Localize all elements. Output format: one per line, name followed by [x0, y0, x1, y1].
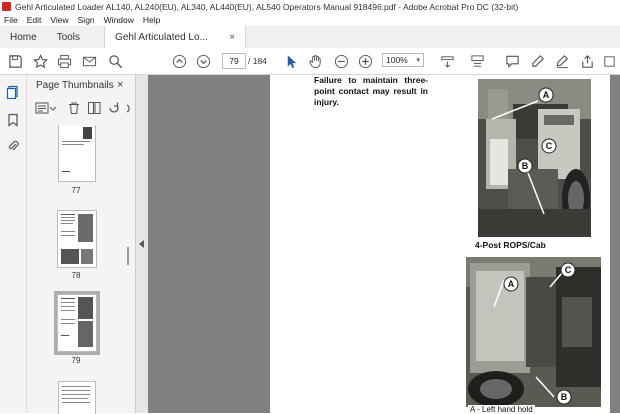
- collapse-panel-arrow-icon[interactable]: [139, 240, 144, 248]
- page-thumbnail[interactable]: [57, 210, 97, 268]
- print-icon[interactable]: [55, 52, 73, 70]
- more-tools-icon[interactable]: [600, 52, 618, 70]
- page-thumbnails-icon[interactable]: [6, 85, 20, 100]
- email-icon[interactable]: [80, 52, 98, 70]
- callout-a: A: [508, 279, 515, 289]
- bookmark-star-icon[interactable]: [31, 52, 49, 70]
- thumbnail-page-number: 77: [71, 186, 81, 195]
- zoom-out-icon[interactable]: [332, 52, 350, 70]
- page-thumbnail[interactable]: [58, 125, 96, 182]
- thumbnail-options-icon[interactable]: [35, 101, 49, 115]
- select-cursor-icon[interactable]: [282, 52, 300, 70]
- rotate-left-icon[interactable]: [107, 101, 121, 115]
- callout-c: C: [546, 141, 553, 151]
- tab-document-label: Gehl Articulated Lo...: [115, 31, 208, 43]
- previous-page-icon[interactable]: [170, 52, 188, 70]
- callout-a: A: [543, 90, 550, 100]
- tab-bar: Home Tools Gehl Articulated Lo... ×: [0, 26, 620, 49]
- chevron-down-icon[interactable]: [49, 101, 57, 115]
- title-bar: Gehl Articulated Loader AL140, AL240(EU)…: [0, 0, 620, 13]
- panel-splitter[interactable]: [136, 75, 148, 413]
- acrobat-app-icon: [2, 2, 11, 11]
- menu-bar: File Edit View Sign Window Help: [0, 13, 620, 26]
- cab-photo: A C B: [466, 257, 601, 407]
- share-icon[interactable]: [578, 52, 596, 70]
- tab-home[interactable]: Home: [0, 26, 47, 48]
- rotate-right-icon[interactable]: [125, 101, 133, 115]
- callout-b: B: [561, 392, 568, 402]
- insert-pages-icon[interactable]: [87, 101, 101, 115]
- tab-close-icon[interactable]: ×: [229, 32, 235, 43]
- menu-sign[interactable]: Sign: [78, 15, 95, 25]
- menu-window[interactable]: Window: [104, 15, 134, 25]
- comment-icon[interactable]: [503, 52, 521, 70]
- rops-photo: A C B: [478, 79, 591, 237]
- page-fit-icon[interactable]: [438, 52, 456, 70]
- thumbnail-page-number: 78: [71, 271, 81, 280]
- thumbnails-panel-title: Page Thumbnails: [36, 80, 114, 91]
- zoom-level-select[interactable]: 100% ▾: [382, 53, 424, 67]
- navigation-rail: [0, 75, 27, 413]
- chevron-down-icon: ▾: [416, 57, 420, 64]
- page-thumbnail-selected[interactable]: [54, 291, 100, 355]
- highlight-pen-icon[interactable]: [528, 52, 546, 70]
- zoom-level-value: 100%: [386, 55, 408, 65]
- hand-tool-icon[interactable]: [306, 52, 324, 70]
- menu-view[interactable]: View: [50, 15, 68, 25]
- tab-document[interactable]: Gehl Articulated Lo... ×: [104, 26, 247, 48]
- save-icon[interactable]: [6, 52, 24, 70]
- scrollbar-thumb[interactable]: [127, 247, 129, 265]
- menu-edit[interactable]: Edit: [27, 15, 42, 25]
- window-title: Gehl Articulated Loader AL140, AL240(EU)…: [15, 1, 519, 12]
- page-thumbnail[interactable]: [58, 381, 96, 414]
- figure-caption-rops: 4-Post ROPS/Cab: [475, 240, 546, 250]
- page-number-input[interactable]: 79: [222, 53, 246, 69]
- close-icon[interactable]: ×: [117, 79, 123, 91]
- attachments-paperclip-icon[interactable]: [6, 139, 20, 153]
- sign-icon[interactable]: [553, 52, 571, 70]
- callout-c: C: [565, 265, 572, 275]
- zoom-in-icon[interactable]: [356, 52, 374, 70]
- menu-help[interactable]: Help: [143, 15, 160, 25]
- pdf-page: Failure to maintain three-point contact …: [270, 75, 610, 414]
- thumbnail-page-number: 79: [71, 356, 81, 365]
- search-icon[interactable]: [106, 52, 124, 70]
- callout-b: B: [522, 161, 529, 171]
- page-total-label: / 184: [248, 56, 267, 66]
- main-toolbar: 79 / 184 100% ▾: [0, 48, 620, 75]
- tab-tools[interactable]: Tools: [47, 26, 90, 48]
- document-view[interactable]: Failure to maintain three-point contact …: [148, 75, 620, 414]
- menu-file[interactable]: File: [4, 15, 18, 25]
- bookmarks-icon[interactable]: [6, 113, 20, 127]
- warning-text: Failure to maintain three-point contact …: [314, 75, 428, 107]
- thumbnails-toolbar: [33, 101, 133, 117]
- next-page-icon[interactable]: [194, 52, 212, 70]
- delete-trash-icon[interactable]: [67, 101, 81, 115]
- scroll-mode-icon[interactable]: [468, 52, 486, 70]
- thumbnails-scrollbar[interactable]: [127, 125, 129, 295]
- thumbnails-panel: Page Thumbnails × 77 78 79: [27, 75, 136, 414]
